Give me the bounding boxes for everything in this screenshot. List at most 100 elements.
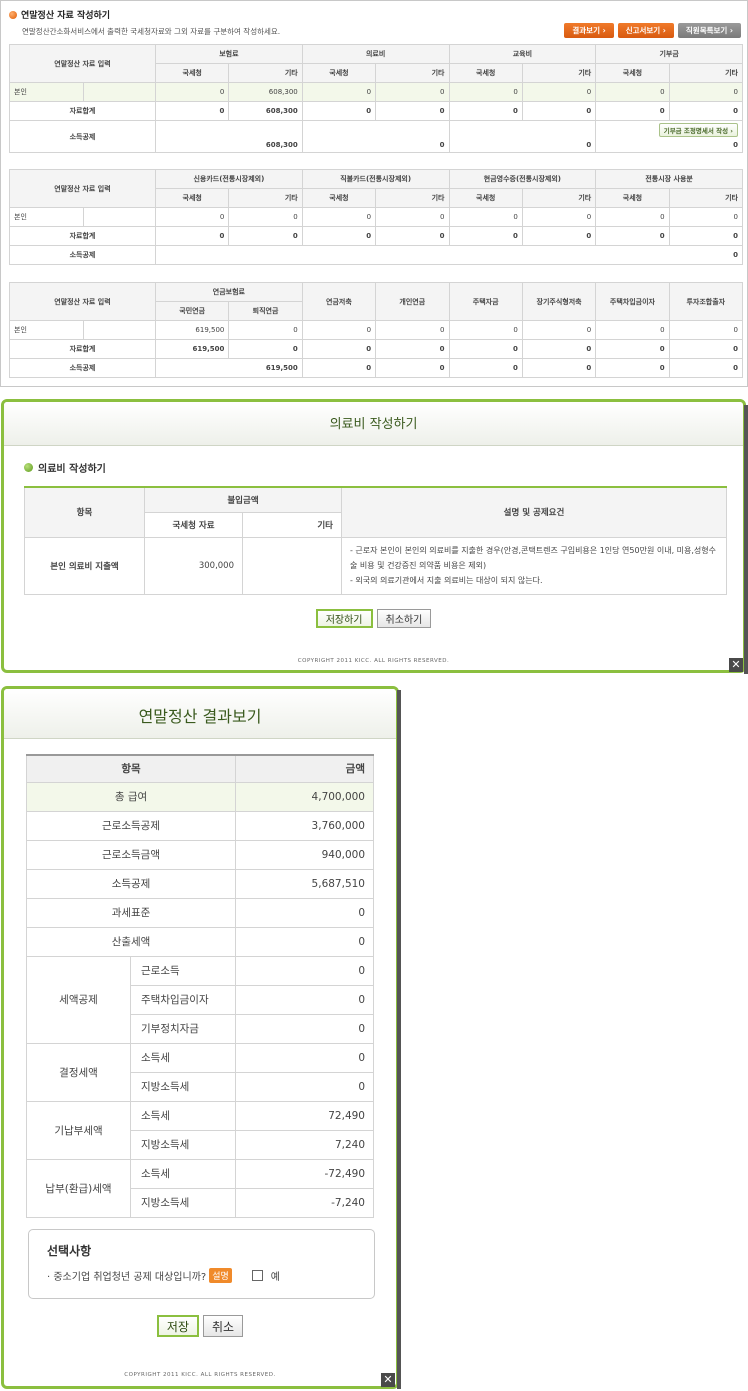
close-icon[interactable]: ✕ (729, 658, 743, 672)
value-cell: 0 (235, 1042, 374, 1073)
save-button[interactable]: 저장하기 (315, 609, 373, 628)
value-cell[interactable]: 0 (375, 207, 450, 227)
value-cell: 0 (154, 226, 230, 246)
value-cell[interactable]: 0 (448, 207, 523, 227)
table-row: 자료합계 619,500 0 0 0 0 0 0 0 (9, 339, 744, 359)
donation-adjust-button[interactable]: 기부금 조정명세서 작성 › (658, 123, 738, 137)
value-cell: 0 (668, 226, 744, 246)
value-cell: 0 (301, 358, 377, 378)
row-label: 기부정치자금 (129, 1013, 237, 1044)
section-title: 의료비 작성하기 (24, 460, 106, 475)
value-cell[interactable]: 0 (595, 320, 670, 340)
input-label: 연말정산 자료 입력 (9, 169, 156, 208)
value-cell[interactable]: 0 (154, 207, 230, 227)
nts-amount-input[interactable]: 300,000 (144, 536, 243, 595)
value-cell: 4,700,000 (235, 781, 374, 812)
value-cell[interactable]: 608,300 (228, 82, 303, 102)
value-cell[interactable]: 0 (154, 82, 230, 102)
value-cell: -7,240 (235, 1187, 374, 1218)
value-cell: 0 (155, 245, 743, 265)
value-cell[interactable]: 0 (668, 82, 744, 102)
medical-table: 항목 불입금액 설명 및 공제요건 국세청 자료 기타 본인 의료비 지출액 3… (24, 486, 727, 595)
row-label: 소득공제 (9, 358, 156, 378)
value-cell[interactable]: 0 (375, 82, 450, 102)
explain-badge[interactable]: 설명 (209, 1268, 232, 1283)
value-cell[interactable]: 0 (301, 320, 377, 340)
col-header: 기타 (668, 188, 744, 208)
table-row: 본인 의료비 지출액 300,000 - 근로자 본인이 본인의 의료비를 지출… (24, 536, 727, 595)
result-popup: 연말정산 결과보기 항목 금액 총 급여 4,700,000 근로소득공제 3,76… (1, 686, 399, 1389)
table-row: 세액공제 근로소득 0 (26, 955, 374, 1044)
row-label: 지방소득세 (129, 1187, 237, 1218)
value-cell[interactable]: 0 (521, 320, 597, 340)
group-header: 전통시장 사용분 (595, 169, 743, 189)
value-cell[interactable]: 0 (228, 320, 303, 340)
col-header: 기타 (375, 188, 450, 208)
table-row: 소득공제 619,500 0 0 0 0 0 0 (9, 358, 744, 378)
cancel-button[interactable]: 취소하기 (376, 609, 432, 628)
value-cell: 0 (235, 926, 374, 957)
row-label: 총 급여 (25, 781, 237, 812)
value-cell[interactable]: 0 (668, 320, 744, 340)
value-cell: 608,300 (155, 120, 303, 153)
close-icon[interactable]: ✕ (381, 1373, 395, 1387)
name-cell (83, 207, 156, 227)
value-cell: -72,490 (235, 1158, 374, 1189)
col-header: 금액 (235, 754, 374, 783)
table-row: 자료합계 0 608,300 0 0 0 0 0 0 (9, 101, 744, 121)
value-cell: 0 (448, 101, 523, 121)
col-header: 국세청 (154, 188, 230, 208)
value-cell[interactable]: 0 (595, 207, 670, 227)
donation-cell: 기부금 조정명세서 작성 › 0 (595, 120, 743, 153)
input-label: 연말정산 자료 입력 (9, 282, 156, 321)
value-cell: 5,687,510 (235, 868, 374, 899)
value-cell: 0 (448, 339, 523, 359)
row-label: 본인 의료비 지출액 (24, 536, 145, 595)
value-cell[interactable]: 0 (301, 82, 377, 102)
popup-border (397, 690, 401, 1389)
value-cell[interactable]: 0 (668, 207, 744, 227)
value-cell[interactable]: 0 (521, 82, 597, 102)
value-cell[interactable]: 0 (448, 320, 523, 340)
employee-list-button[interactable]: 직원목록보기 › (677, 23, 741, 38)
col-header: 연금저축 (301, 282, 377, 321)
value-cell[interactable]: 0 (228, 207, 303, 227)
value-cell: 0 (375, 358, 450, 378)
value-cell: 0 (235, 1071, 374, 1102)
group-header: 기부금 (595, 44, 743, 64)
row-label: 지방소득세 (129, 1071, 237, 1102)
description-line: - 근로자 본인이 본인의 의료비를 지출한 경우(안경,콘택트렌즈 구입비용은… (350, 546, 716, 570)
group-label: 납부(환급)세액 (26, 1158, 131, 1218)
value-cell: 0 (595, 339, 670, 359)
col-header: 기타 (228, 188, 303, 208)
value-cell[interactable]: 0 (595, 82, 670, 102)
value-cell: 619,500 (154, 339, 230, 359)
col-header: 항목 (25, 754, 237, 783)
table-pension: 연말정산 자료 입력 연금보험료 연금저축 개인연금 주택자금 장기주식형저축 … (9, 282, 744, 378)
table-cards: 연말정산 자료 입력 신용카드(전통시장제외) 직불카드(전통시장제외) 현금영… (9, 169, 744, 265)
col-header: 국민연금 (154, 301, 230, 321)
value-cell[interactable]: 619,500 (154, 320, 230, 340)
value-cell[interactable]: 0 (301, 207, 377, 227)
col-header: 기타 (521, 188, 597, 208)
table-row: 근로소득공제 3,760,000 (25, 810, 374, 841)
result-view-button[interactable]: 결과보기 › (564, 23, 614, 38)
report-view-button[interactable]: 신고서보기 › (617, 23, 674, 38)
value-cell[interactable]: 0 (521, 207, 597, 227)
table-row: 본인 619,500 0 0 0 0 0 0 0 (9, 320, 744, 340)
cancel-button[interactable]: 취소 (203, 1315, 244, 1337)
save-button[interactable]: 저장 (156, 1315, 199, 1337)
value-cell: 0 (668, 358, 744, 378)
group-header: 의료비 (301, 44, 450, 64)
value-cell[interactable]: 0 (375, 320, 450, 340)
group-header: 보험료 (155, 44, 303, 64)
value-cell[interactable]: 0 (448, 82, 523, 102)
etc-amount-input[interactable] (242, 536, 342, 595)
table-row: 결정세액 소득세 0 (26, 1042, 374, 1102)
col-header: 불입금액 (144, 486, 342, 513)
value-cell: 619,500 (155, 358, 303, 378)
col-header: 국세청 (448, 63, 523, 83)
row-label: 자료합계 (9, 101, 156, 121)
youth-checkbox[interactable] (251, 1270, 263, 1281)
row-label: 소득공제 (25, 868, 237, 899)
